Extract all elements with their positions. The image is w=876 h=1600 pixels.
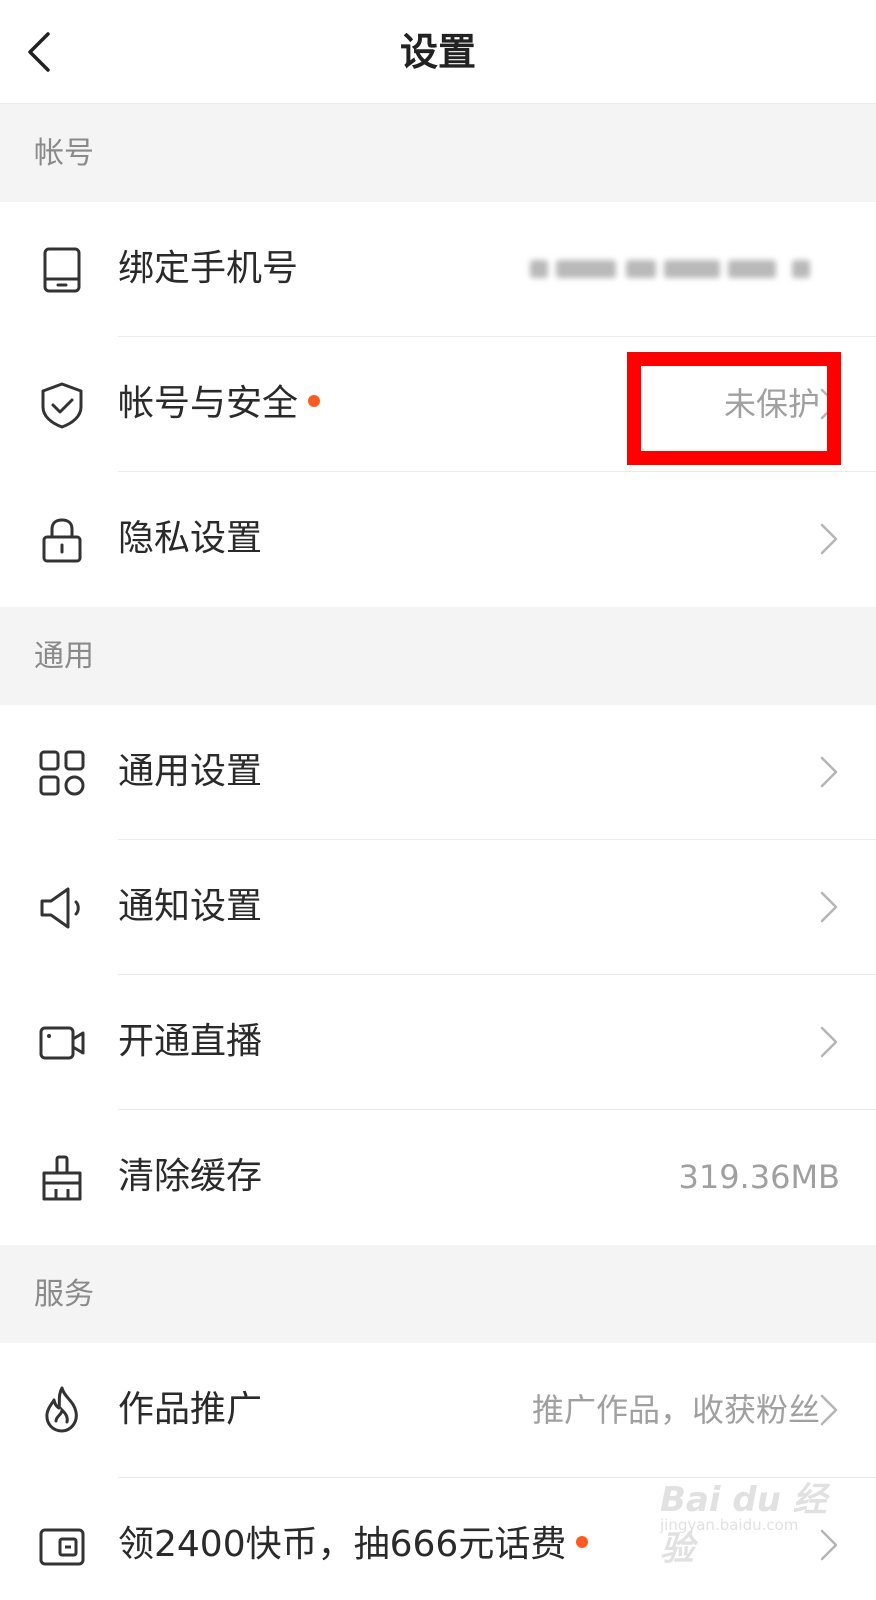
row-bind-phone[interactable]: 绑定手机号	[0, 202, 876, 337]
section-header-service: 服务	[0, 1245, 876, 1343]
section-header-general: 通用	[0, 607, 876, 705]
shield-check-icon	[41, 382, 83, 429]
broom-icon	[42, 1155, 82, 1201]
baidu-watermark: Bai du 经验 jingyan.baidu.com	[650, 1468, 850, 1569]
blurred-phone-number	[530, 254, 820, 284]
chevron-right-icon	[820, 756, 838, 788]
row-value: 推广作品，收获粉丝	[531, 1391, 820, 1429]
row-notification[interactable]: 通知设置	[0, 840, 876, 975]
section-title: 帐号	[34, 136, 94, 171]
row-privacy[interactable]: 隐私设置	[0, 472, 876, 607]
row-label: 开通直播	[118, 1021, 263, 1062]
highlight-box	[627, 352, 841, 465]
row-promotion[interactable]: 作品推广 推广作品，收获粉丝	[0, 1343, 876, 1478]
row-label: 隐私设置	[118, 518, 263, 559]
row-label: 作品推广	[118, 1389, 263, 1430]
page-title: 设置	[399, 30, 476, 74]
section-title: 通用	[34, 639, 94, 674]
row-label: 通用设置	[118, 751, 263, 792]
row-label-text: 帐号与安全	[118, 383, 299, 424]
row-label: 帐号与安全	[118, 380, 321, 428]
section-title: 服务	[34, 1277, 94, 1312]
flame-icon	[45, 1386, 78, 1433]
watermark-url: jingyan.baidu.com	[660, 1516, 799, 1534]
section-header-account: 帐号	[0, 104, 876, 202]
row-general-settings[interactable]: 通用设置	[0, 705, 876, 840]
notification-dot	[576, 1536, 589, 1548]
chevron-right-icon	[820, 891, 838, 923]
phone-icon	[43, 247, 81, 293]
cache-size-value: 319.36MB	[678, 1158, 840, 1196]
nav-bar: 设置	[0, 0, 876, 104]
row-label: 绑定手机号	[118, 248, 299, 289]
video-camera-icon	[39, 1026, 85, 1060]
chevron-right-icon	[820, 523, 838, 555]
chevron-right-icon	[820, 1394, 838, 1426]
wallet-icon	[39, 1528, 85, 1566]
row-label: 领2400快币，抽666元话费	[118, 1521, 589, 1569]
row-label: 通知设置	[118, 886, 263, 927]
grid-icon	[39, 750, 85, 796]
row-label-text: 领2400快币，抽666元话费	[118, 1524, 567, 1565]
row-clear-cache[interactable]: 清除缓存 319.36MB	[0, 1110, 876, 1245]
row-label: 清除缓存	[118, 1156, 263, 1197]
notification-dot	[308, 395, 321, 407]
row-live[interactable]: 开通直播	[0, 975, 876, 1110]
speaker-icon	[40, 887, 80, 929]
lock-icon	[42, 518, 82, 563]
chevron-right-icon	[820, 1026, 838, 1058]
